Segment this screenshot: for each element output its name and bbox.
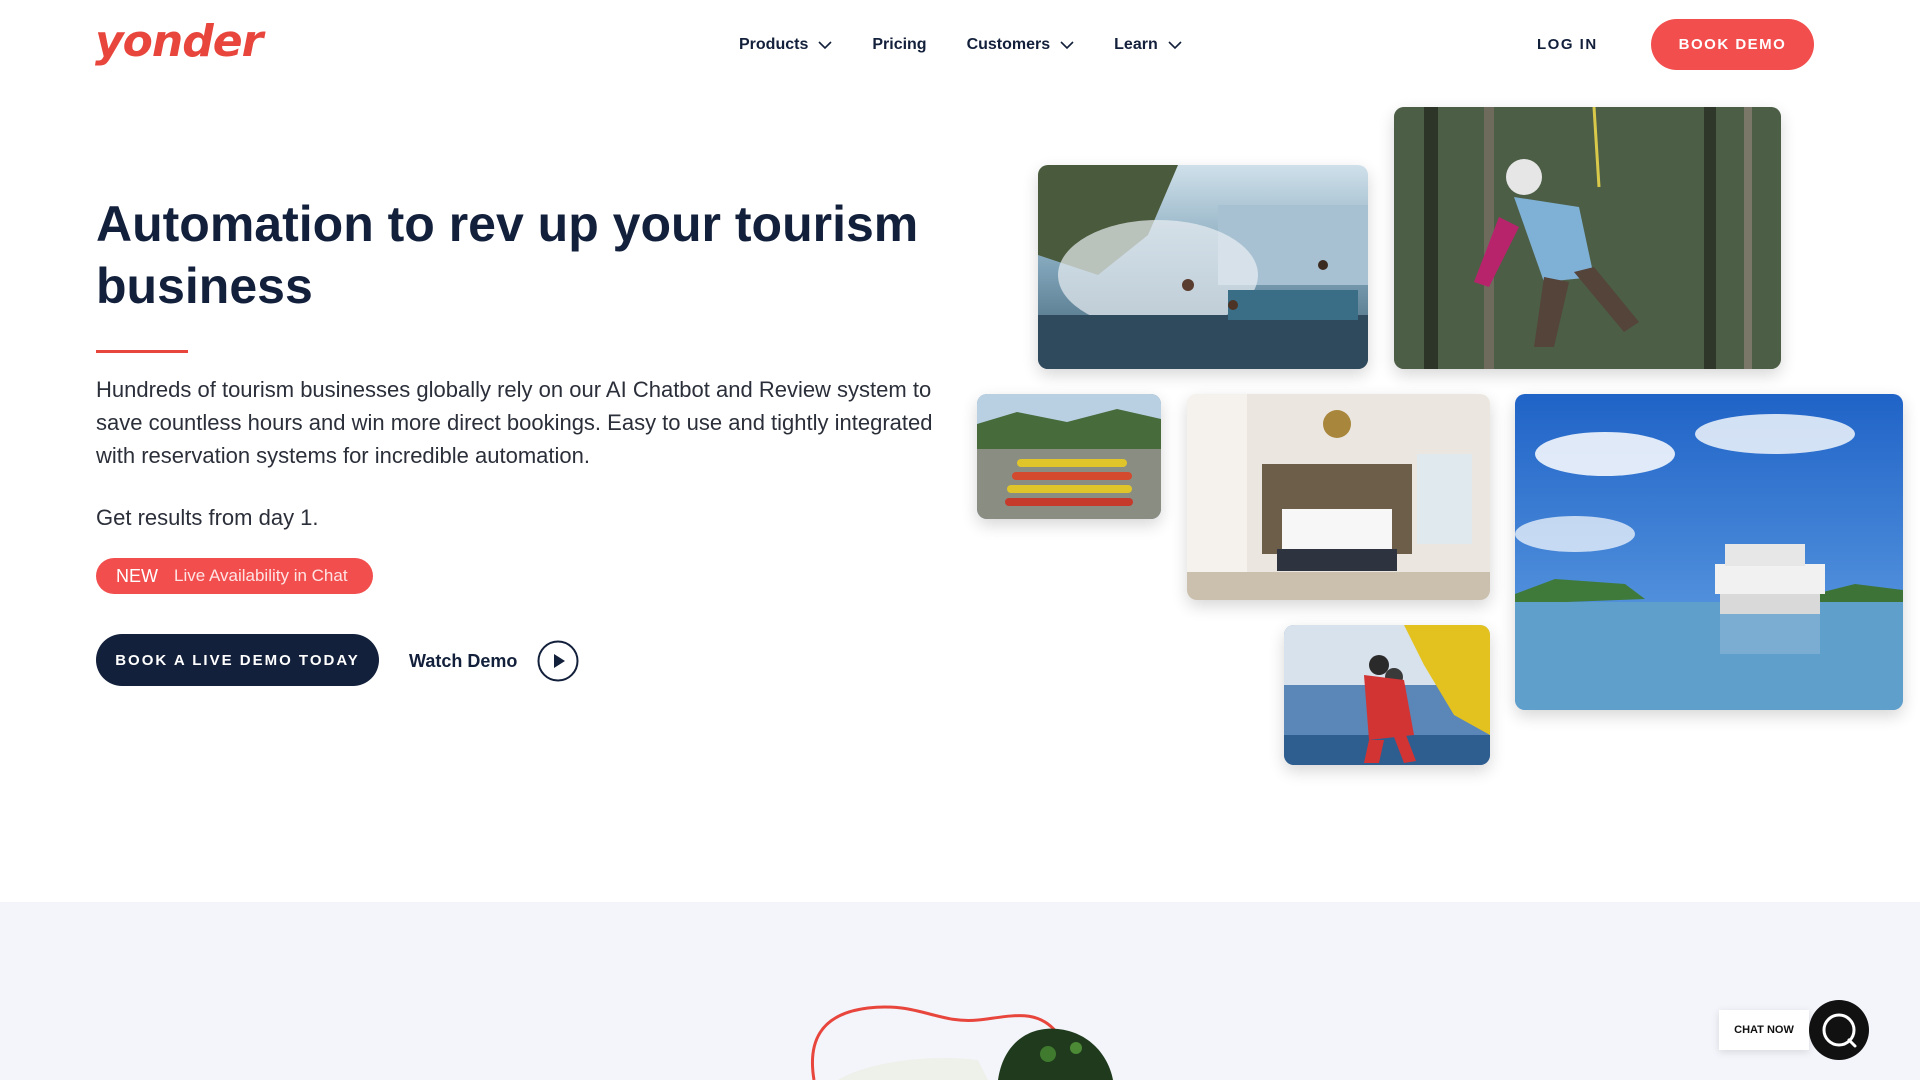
chevron-down-icon (1168, 40, 1182, 49)
zipline-photo (1394, 107, 1781, 369)
nav-item-label: Pricing (872, 36, 927, 53)
play-icon[interactable] (537, 640, 579, 682)
chat-now-label[interactable]: CHAT NOW (1719, 1010, 1809, 1050)
nav-item-pricing[interactable]: Pricing (872, 36, 926, 54)
book-demo-button[interactable]: BOOK DEMO (1651, 19, 1814, 70)
main-nav: Products Pricing Customers Learn (739, 30, 1222, 60)
skydiving-photo (1284, 625, 1490, 765)
nav-item-customers[interactable]: Customers (967, 36, 1075, 54)
hotel-bedroom-photo (1187, 394, 1490, 600)
nav-item-label: Products (739, 36, 809, 53)
decorative-blob-image (810, 1005, 1113, 1080)
new-feature-badge[interactable]: NEW Live Availability in Chat (96, 558, 373, 594)
new-label: NEW (116, 565, 158, 586)
nav-item-label: Customers (966, 36, 1051, 53)
nav-item-learn[interactable]: Learn (1114, 36, 1182, 54)
chat-button[interactable] (1809, 1000, 1869, 1060)
login-link[interactable]: LOG IN (1537, 36, 1598, 53)
watch-demo-link[interactable]: Watch Demo (409, 640, 579, 682)
feature-label: Live Availability in Chat (174, 566, 348, 585)
hero-description: Hundreds of tourism businesses globally … (96, 377, 933, 468)
chevron-down-icon (818, 40, 832, 49)
accent-divider (96, 350, 188, 353)
chat-bubble-icon (1822, 1013, 1857, 1048)
watch-demo-label: Watch Demo (409, 650, 518, 671)
kayaks-photo (977, 394, 1161, 519)
nav-item-label: Learn (1114, 36, 1158, 53)
book-live-demo-button[interactable]: BOOK A LIVE DEMO TODAY (96, 634, 379, 686)
chevron-down-icon (1060, 40, 1074, 49)
nav-item-products[interactable]: Products (739, 36, 832, 54)
hot-springs-photo (1038, 165, 1368, 369)
hero-title: Automation to rev up your tourism busine… (96, 196, 919, 314)
yonder-logo[interactable]: yonder (95, 16, 263, 67)
hero-results-text: Get results from day 1. (96, 505, 319, 530)
catamaran-photo (1515, 394, 1903, 710)
